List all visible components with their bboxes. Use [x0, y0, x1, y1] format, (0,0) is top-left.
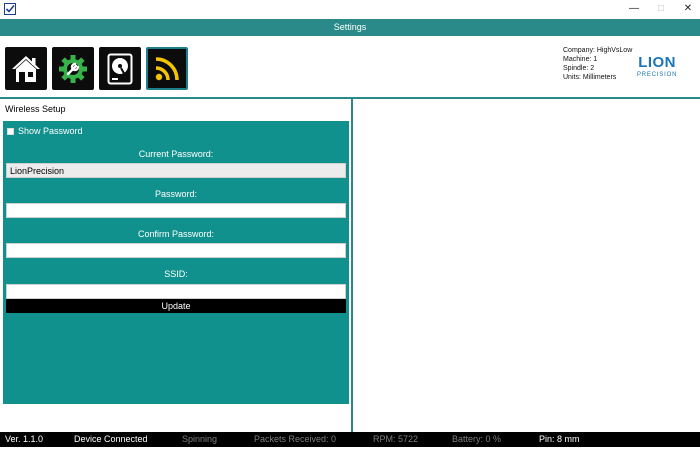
nav-drive-button[interactable]	[99, 47, 141, 90]
company-text: Company: HighVsLow	[563, 47, 633, 54]
confirm-password-field[interactable]	[6, 243, 346, 258]
pin-readout: Pin: 8 mm	[539, 434, 580, 444]
ssid-field[interactable]	[6, 284, 346, 299]
hard-drive-icon	[107, 53, 133, 84]
device-status: Device Connected	[74, 434, 148, 444]
units-text: Units: Millimeters	[563, 74, 617, 81]
wireless-icon	[155, 56, 179, 80]
maximize-button[interactable]: □	[647, 0, 675, 19]
close-button[interactable]: ✕	[674, 0, 700, 19]
update-button[interactable]: Update	[6, 299, 346, 313]
home-icon	[12, 55, 40, 82]
show-password-label: Show Password	[18, 126, 83, 136]
checkbox-box[interactable]	[7, 127, 14, 135]
ssid-label: SSID:	[164, 269, 188, 279]
logo-word: LION	[638, 54, 677, 71]
battery-readout: Battery: 0 %	[452, 434, 502, 444]
checkbox-app-icon	[4, 3, 16, 15]
logo-subtitle: PRECISION	[637, 72, 678, 78]
current-password-label: Current Password:	[138, 149, 214, 159]
spinning-status: Spinning	[182, 434, 218, 444]
nav-home-button[interactable]	[5, 47, 47, 90]
wireless-form: Show Password Current Password: Password…	[3, 121, 349, 404]
panel-divider	[351, 99, 353, 432]
machine-info: Company: HighVsLow Machine: 1 Spindle: 2…	[563, 46, 632, 82]
wireless-panel: Wireless Setup Show Password Current Pas…	[0, 99, 352, 432]
status-bar: Ver. 1.1.0 Device Connected Spinning Pac…	[0, 432, 700, 447]
confirm-password-label: Confirm Password:	[137, 229, 215, 239]
current-password-field[interactable]	[6, 163, 346, 178]
show-password-checkbox[interactable]: Show Password	[7, 126, 83, 136]
spindle-text: Spindle: 2	[563, 65, 595, 72]
lion-precision-logo: LION PRECISION	[637, 55, 677, 78]
version-text: Ver. 1.1.0	[5, 434, 44, 444]
nav-settings-button[interactable]	[52, 47, 94, 90]
gear-wrench-icon	[59, 54, 87, 83]
minimize-button[interactable]: —	[620, 0, 648, 19]
machine-text: Machine: 1	[563, 56, 598, 63]
rpm-readout: RPM: 5722	[373, 434, 419, 444]
section-title: Wireless Setup	[5, 104, 66, 114]
packets-received: Packets Received: 0	[254, 434, 337, 444]
page-title: Settings	[0, 19, 700, 36]
password-field[interactable]	[6, 203, 346, 218]
password-label: Password:	[154, 189, 198, 199]
nav-wireless-button[interactable]	[146, 47, 188, 90]
window-bottom-edge	[0, 447, 700, 452]
window-titlebar: — □ ✕	[0, 0, 700, 19]
